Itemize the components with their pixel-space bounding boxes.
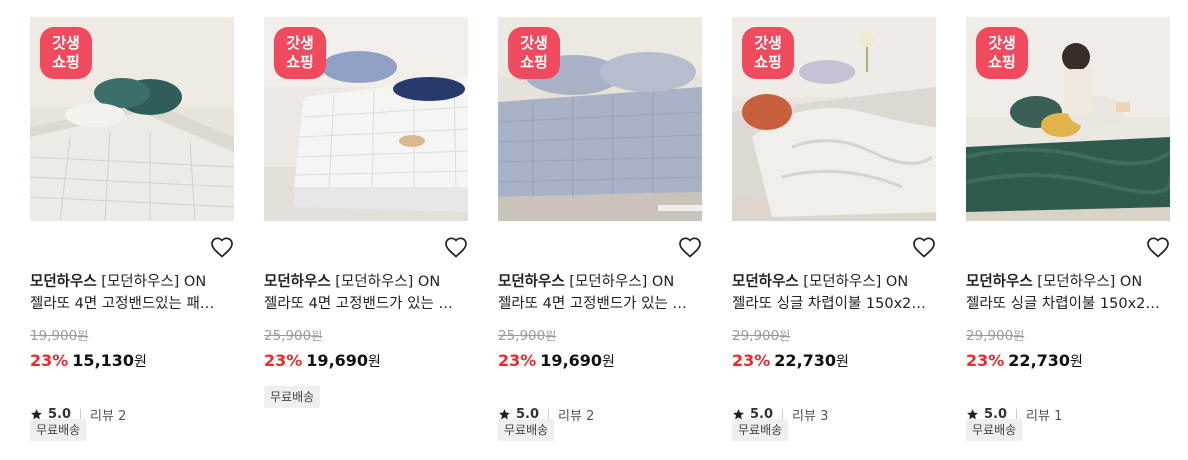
discount-rate: 23% [30, 351, 69, 370]
heart-outline-icon[interactable] [678, 236, 702, 260]
discount-rate: 23% [498, 351, 537, 370]
original-price: 29,900원 [966, 328, 1025, 344]
original-price: 29,900원 [732, 328, 791, 344]
review-count: 리뷰 2 [558, 409, 595, 424]
promo-badge: 갓생 쇼핑 [742, 27, 794, 79]
heart-outline-icon[interactable] [912, 236, 936, 260]
free-shipping-tag: 무료배송 [966, 419, 1023, 441]
original-price: 25,900원 [264, 328, 323, 344]
sale-price: 23% 22,730원 [732, 351, 849, 370]
promo-badge: 갓생 쇼핑 [508, 27, 560, 79]
sale-price: 23% 19,690원 [264, 351, 381, 370]
free-shipping-tag: 무료배송 [264, 386, 321, 408]
product-grid: 갓생 쇼핑 모던하우스 [모던하우스] ON 젤라또 4면 고정밴드있는 패… 1… [30, 17, 1170, 441]
free-shipping-tag: 무료배송 [732, 419, 789, 441]
product-title[interactable]: 모던하우스 [모던하우스] ON 젤라또 4면 고정밴드가 있는 … [264, 271, 468, 315]
product-image[interactable]: 갓생 쇼핑 [264, 17, 468, 221]
product-image[interactable]: 갓생 쇼핑 [30, 17, 234, 221]
product-title[interactable]: 모던하우스 [모던하우스] ON 젤라또 4면 고정밴드가 있는 … [498, 271, 702, 315]
product-card[interactable]: 갓생 쇼핑 모던하우스 [모던하우스] ON 젤라또 싱글 차렵이불 150x2…… [732, 17, 936, 441]
sale-price: 23% 19,690원 [498, 351, 615, 370]
discount-rate: 23% [966, 351, 1005, 370]
heart-outline-icon[interactable] [210, 236, 234, 260]
review-count: 리뷰 3 [792, 409, 829, 424]
product-image[interactable]: 갓생 쇼핑 [732, 17, 936, 221]
promo-badge: 갓생 쇼핑 [40, 27, 92, 79]
brand-name: 모던하우스 [966, 274, 1033, 290]
brand-name: 모던하우스 [732, 274, 799, 290]
product-title[interactable]: 모던하우스 [모던하우스] ON 젤라또 4면 고정밴드있는 패… [30, 271, 234, 315]
promo-badge: 갓생 쇼핑 [274, 27, 326, 79]
discount-rate: 23% [732, 351, 771, 370]
free-shipping-tag: 무료배송 [30, 419, 87, 441]
promo-badge: 갓생 쇼핑 [976, 27, 1028, 79]
sale-price: 23% 22,730원 [966, 351, 1083, 370]
product-image[interactable]: 갓생 쇼핑 [498, 17, 702, 221]
product-card[interactable]: 갓생 쇼핑 모던하우스 [모던하우스] ON 젤라또 4면 고정밴드있는 패… 1… [30, 17, 234, 441]
product-title[interactable]: 모던하우스 [모던하우스] ON 젤라또 싱글 차렵이불 150x2… [732, 271, 936, 315]
original-price: 19,900원 [30, 328, 89, 344]
brand-name: 모던하우스 [264, 274, 331, 290]
product-card[interactable]: 갓생 쇼핑 모던하우스 [모던하우스] ON 젤라또 4면 고정밴드가 있는 … … [264, 17, 468, 408]
brand-name: 모던하우스 [498, 274, 565, 290]
product-card[interactable]: 갓생 쇼핑 모던하우스 [모던하우스] ON 젤라또 4면 고정밴드가 있는 … … [498, 17, 702, 441]
discount-rate: 23% [264, 351, 303, 370]
brand-name: 모던하우스 [30, 274, 97, 290]
heart-outline-icon[interactable] [444, 236, 468, 260]
sale-price: 23% 15,130원 [30, 351, 147, 370]
original-price: 25,900원 [498, 328, 557, 344]
product-title[interactable]: 모던하우스 [모던하우스] ON 젤라또 싱글 차렵이불 150x2… [966, 271, 1170, 315]
free-shipping-tag: 무료배송 [498, 419, 555, 441]
heart-outline-icon[interactable] [1146, 236, 1170, 260]
product-image[interactable]: 갓생 쇼핑 [966, 17, 1170, 221]
review-count: 리뷰 2 [90, 409, 127, 424]
review-count: 리뷰 1 [1026, 409, 1063, 424]
product-card[interactable]: 갓생 쇼핑 모던하우스 [모던하우스] ON 젤라또 싱글 차렵이불 150x2…… [966, 17, 1170, 441]
